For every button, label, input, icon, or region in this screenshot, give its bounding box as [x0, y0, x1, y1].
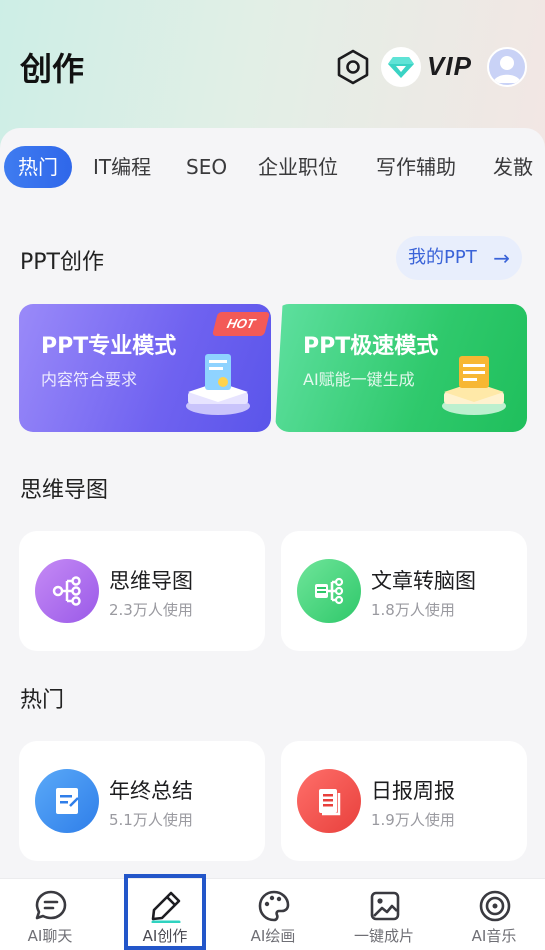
settings-hexagon-icon[interactable]	[335, 48, 371, 86]
daily-weekly-report-tool-card[interactable]: 日报周报 1.9万人使用	[281, 741, 527, 861]
tab-divergent[interactable]: 发散	[493, 146, 533, 188]
ppt-fast-mode-card[interactable]: PPT极速模式 AI赋能一键生成	[275, 304, 527, 432]
document-stack-illustration-icon	[186, 354, 250, 415]
hot-section-title: 热门	[20, 688, 65, 713]
nav-ai-painting[interactable]: AI绘画	[223, 879, 323, 950]
vip-diamond-container	[381, 47, 421, 87]
nav-ai-painting-label: AI绘画	[250, 927, 296, 945]
vip-badge[interactable]: VIP	[381, 47, 481, 87]
nav-ai-music-label: AI音乐	[471, 927, 517, 945]
ppt-fast-title: PPT极速模式	[303, 334, 439, 359]
report-icon-wrap	[297, 769, 361, 833]
nav-ai-music[interactable]: AI音乐	[444, 879, 544, 950]
article-to-mindmap-tool-card[interactable]: 文章转脑图 1.8万人使用	[281, 531, 527, 651]
tab-writing-assist[interactable]: 写作辅助	[376, 146, 456, 188]
calendar-box-illustration-icon	[442, 356, 506, 415]
vip-label: VIP	[427, 51, 472, 81]
ppt-fast-subtitle: AI赋能一键生成	[303, 370, 415, 389]
article-to-mindmap-tool-users: 1.8万人使用	[371, 601, 455, 619]
category-tabs: 热门 IT编程 SEO 企业职位 写作辅助 发散	[0, 146, 545, 190]
avatar-user-icon	[493, 56, 521, 83]
bottom-navigation: AI聊天 AI创作 AI绘画 一键成片 AI音乐	[0, 874, 545, 950]
tab-it-programming[interactable]: IT编程	[93, 146, 151, 188]
summary-document-icon	[56, 788, 79, 814]
tab-enterprise-position[interactable]: 企业职位	[258, 146, 338, 188]
active-nav-highlight-box	[124, 874, 206, 950]
chat-bubble-icon	[35, 890, 67, 920]
ppt-pro-title: PPT专业模式	[41, 334, 177, 359]
tab-seo[interactable]: SEO	[186, 146, 227, 188]
nav-ai-chat[interactable]: AI聊天	[0, 879, 100, 950]
mindmap-section-title: 思维导图	[20, 478, 109, 503]
report-document-icon	[319, 789, 341, 816]
article-to-mindmap-icon	[315, 577, 344, 605]
mindmap-icon-wrap	[35, 559, 99, 623]
article-to-mindmap-tool-name: 文章转脑图	[371, 569, 476, 593]
mindmap-icon	[52, 576, 81, 606]
article-to-mindmap-icon-wrap	[297, 559, 361, 623]
vip-diamond-icon	[388, 57, 414, 78]
daily-weekly-report-tool-users: 1.9万人使用	[371, 811, 455, 829]
mindmap-tool-users: 2.3万人使用	[109, 601, 193, 619]
year-end-summary-tool-name: 年终总结	[109, 779, 193, 803]
avatar[interactable]	[487, 47, 527, 87]
page-title: 创作	[20, 50, 85, 88]
arrow-right-icon: →	[493, 246, 510, 270]
image-icon	[370, 891, 400, 921]
nav-ai-chat-label: AI聊天	[27, 927, 73, 945]
mindmap-tool-name: 思维导图	[109, 569, 193, 593]
ppt-section-title: PPT创作	[20, 250, 104, 275]
my-ppt-label: 我的PPT	[408, 247, 477, 268]
music-disc-icon	[479, 890, 511, 922]
header: 创作 VIP	[0, 0, 545, 130]
nav-one-click-video-label: 一键成片	[353, 927, 414, 945]
tab-hot[interactable]: 热门	[4, 146, 72, 188]
summary-icon-wrap	[35, 769, 99, 833]
mindmap-tool-card[interactable]: 思维导图 2.3万人使用	[19, 531, 265, 651]
nav-one-click-video[interactable]: 一键成片	[334, 879, 434, 950]
main-content: 热门 IT编程 SEO 企业职位 写作辅助 发散 PPT创作 我的PPT → P…	[0, 128, 545, 888]
year-end-summary-tool-users: 5.1万人使用	[109, 811, 193, 829]
ppt-pro-subtitle: 内容符合要求	[41, 370, 138, 389]
hot-badge: HOT	[212, 312, 270, 336]
year-end-summary-tool-card[interactable]: 年终总结 5.1万人使用	[19, 741, 265, 861]
my-ppt-button[interactable]: 我的PPT →	[396, 236, 522, 280]
palette-icon	[258, 890, 290, 922]
daily-weekly-report-tool-name: 日报周报	[371, 779, 455, 803]
ppt-pro-mode-card[interactable]: PPT专业模式 内容符合要求 HOT	[19, 304, 271, 432]
